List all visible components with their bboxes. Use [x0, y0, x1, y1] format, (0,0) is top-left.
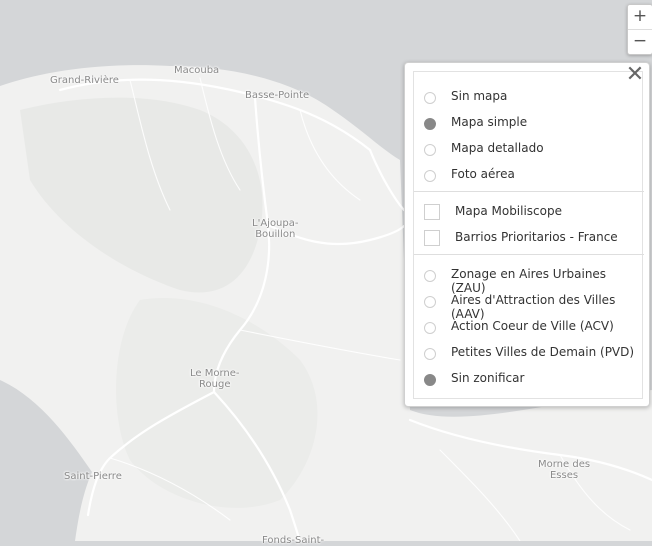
zoning-option-sin-zonificar[interactable]: Sin zonificar: [414, 370, 644, 392]
place-label-basse-pointe: Basse-Pointe: [245, 90, 310, 101]
radio-icon[interactable]: [424, 322, 436, 334]
layers-list: Sin mapa Mapa simple Mapa detallado Foto…: [413, 71, 644, 399]
radio-icon[interactable]: [424, 144, 436, 156]
zoning-label: Sin zonificar: [451, 371, 525, 385]
zoning-option-pvd[interactable]: Petites Villes de Demain (PVD): [414, 344, 644, 366]
overlay-label: Barrios Prioritarios - France: [455, 230, 618, 244]
radio-selected-icon[interactable]: [424, 374, 436, 386]
zoning-option-aav[interactable]: Aires d'Attraction des Villes (AAV): [414, 292, 644, 321]
checkbox-icon[interactable]: [424, 204, 440, 220]
checkbox-icon[interactable]: [424, 230, 440, 246]
radio-icon[interactable]: [424, 92, 436, 104]
place-label-macouba: Macouba: [174, 65, 220, 76]
zoom-in-button[interactable]: +: [628, 5, 652, 29]
basemap-label: Mapa simple: [451, 115, 528, 129]
radio-icon[interactable]: [424, 170, 436, 182]
overlay-label: Mapa Mobiliscope: [455, 204, 562, 218]
layers-panel: Sin mapa Mapa simple Mapa detallado Foto…: [404, 62, 650, 407]
basemap-option-foto-aerea[interactable]: Foto aérea: [414, 166, 644, 188]
zoning-label: Action Coeur de Ville (ACV): [451, 319, 614, 333]
basemap-option-sin-mapa[interactable]: Sin mapa: [414, 88, 644, 110]
radio-icon[interactable]: [424, 348, 436, 360]
place-label-saint-pierre: Saint-Pierre: [64, 471, 122, 482]
separator: [414, 254, 644, 255]
basemap-label: Mapa detallado: [451, 141, 544, 155]
separator: [414, 191, 644, 192]
basemap-option-mapa-detallado[interactable]: Mapa detallado: [414, 140, 644, 162]
place-label-morne-rouge: Le Morne- Rouge: [190, 368, 240, 390]
place-label-ajoupa-bouillon: L'Ajoupa- Bouillon: [252, 218, 299, 240]
zoning-option-zau[interactable]: Zonage en Aires Urbaines (ZAU): [414, 266, 644, 295]
zoning-label: Petites Villes de Demain (PVD): [451, 345, 635, 359]
radio-icon[interactable]: [424, 296, 436, 308]
zoning-label: Aires d'Attraction des Villes (AAV): [451, 293, 616, 321]
radio-selected-icon[interactable]: [424, 118, 436, 130]
place-label-grand-riviere: Grand-Rivière: [50, 75, 119, 86]
zoom-control: + −: [627, 4, 652, 55]
overlay-option-mobiliscope[interactable]: Mapa Mobiliscope: [414, 203, 644, 225]
basemap-option-mapa-simple[interactable]: Mapa simple: [414, 114, 644, 136]
place-label-morne-des-esses: Morne des Esses: [538, 459, 591, 481]
basemap-label: Sin mapa: [451, 89, 508, 103]
radio-icon[interactable]: [424, 270, 436, 282]
basemap-label: Foto aérea: [451, 167, 515, 181]
zoning-label: Zonage en Aires Urbaines (ZAU): [451, 267, 607, 295]
close-icon[interactable]: ✕: [624, 64, 646, 86]
overlay-option-barrios[interactable]: Barrios Prioritarios - France: [414, 229, 644, 251]
zoom-out-button[interactable]: −: [628, 29, 652, 54]
zoning-option-acv[interactable]: Action Coeur de Ville (ACV): [414, 318, 644, 340]
